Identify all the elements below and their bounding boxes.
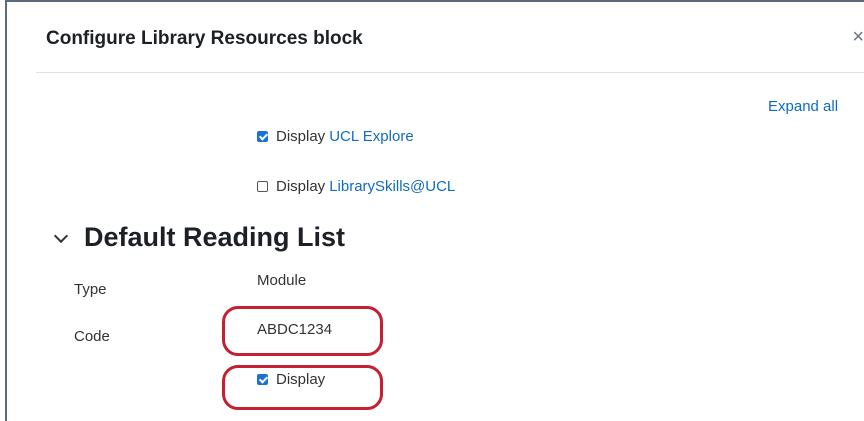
libraryskills-link[interactable]: LibrarySkills@UCL (329, 178, 455, 195)
libraryskills-checkbox[interactable] (257, 181, 268, 192)
window-border-left (5, 0, 7, 421)
type-value: Module (257, 272, 307, 289)
ucl-explore-checkbox[interactable] (257, 131, 268, 142)
section-title: Default Reading List (84, 222, 346, 252)
section-toggle-default-reading-list[interactable]: Default Reading List (53, 222, 346, 253)
expand-all-link[interactable]: Expand all (768, 98, 838, 115)
chevron-down-icon (53, 228, 69, 243)
option-prefix: Display (276, 128, 326, 145)
option-ucl-explore: Display UCL Explore (257, 128, 414, 145)
modal-header: Configure Library Resources block × (36, 0, 864, 73)
highlight-display-annotation (222, 365, 383, 410)
type-label: Type (74, 281, 107, 298)
option-libraryskills: Display LibrarySkills@UCL (257, 178, 455, 195)
ucl-explore-link[interactable]: UCL Explore (329, 128, 413, 145)
close-icon[interactable]: × (852, 26, 864, 49)
code-label: Code (74, 328, 110, 345)
option-prefix: Display (276, 178, 326, 195)
highlight-code-annotation (222, 306, 383, 356)
modal-title: Configure Library Resources block (46, 28, 363, 49)
